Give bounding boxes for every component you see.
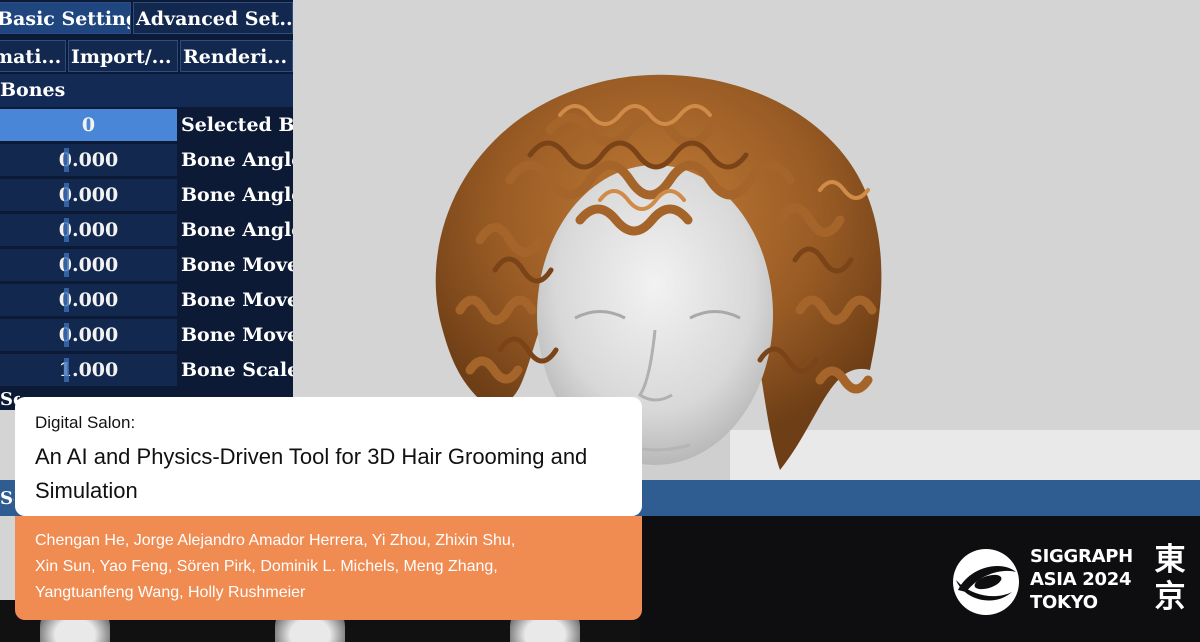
bone-move-x-slider[interactable]: 0.000 <box>0 249 177 281</box>
bone-row: 0 Selected Bo <box>0 108 293 142</box>
field-label: Bone Move <box>181 289 293 311</box>
bone-move-z-slider[interactable]: 0.000 <box>0 319 177 351</box>
author-line: Xin Sun, Yao Feng, Sören Pirk, Dominik L… <box>35 558 498 575</box>
bone-row: 0.000 Bone Angle <box>0 213 293 247</box>
settings-panel: Basic Settings Advanced Set... mati... I… <box>0 0 293 410</box>
bone-row: 0.000 Bone Move <box>0 283 293 317</box>
section-header-bones[interactable]: Bones <box>0 74 293 107</box>
field-label: Selected Bo <box>181 114 293 136</box>
tab-basic-settings[interactable]: Basic Settings <box>0 2 131 34</box>
tab-animation[interactable]: mati... <box>0 40 66 72</box>
bone-row: 0.000 Bone Angle <box>0 143 293 177</box>
field-label: Bone Angle <box>181 219 293 241</box>
tab-rendering[interactable]: Renderi... <box>180 40 293 72</box>
section-header-truncated[interactable]: Se <box>0 488 14 510</box>
title-card: Digital Salon: An AI and Physics-Driven … <box>15 397 642 516</box>
bone-row: 1.000 Bone Scale <box>0 353 293 387</box>
bone-row: 0.000 Bone Angle <box>0 178 293 212</box>
bone-move-y-slider[interactable]: 0.000 <box>0 284 177 316</box>
bone-angle-z-slider[interactable]: 0.000 <box>0 214 177 246</box>
selected-bone-field[interactable]: 0 <box>0 109 177 141</box>
slider-marker[interactable] <box>64 288 69 312</box>
field-value: 0 <box>81 114 96 136</box>
logo-kanji: 東 <box>1154 542 1186 578</box>
bone-row: 0.000 Bone Move <box>0 318 293 352</box>
logo-line: SIGGRAPH <box>1030 546 1133 567</box>
logo-line: TOKYO <box>1030 592 1098 613</box>
author-card: Chengan He, Jorge Alejandro Amador Herre… <box>15 516 642 620</box>
slider-marker[interactable] <box>64 218 69 242</box>
title-card-title: An AI and Physics-Driven Tool for 3D Hai… <box>35 444 588 503</box>
tab-import-export[interactable]: Import/... <box>68 40 178 72</box>
slider-marker[interactable] <box>64 183 69 207</box>
slider-marker[interactable] <box>64 323 69 347</box>
field-label: Bone Move <box>181 254 293 276</box>
bone-row: 0.000 Bone Move <box>0 248 293 282</box>
tab-advanced-settings[interactable]: Advanced Set... <box>133 2 293 34</box>
title-card-kicker: Digital Salon: <box>35 413 136 432</box>
author-line: Yangtuanfeng Wang, Holly Rushmeier <box>35 584 306 601</box>
field-label: Bone Scale <box>181 359 293 381</box>
siggraph-swirl-icon <box>953 549 1019 615</box>
bone-angle-x-slider[interactable]: 0.000 <box>0 144 177 176</box>
field-label: Bone Move <box>181 324 293 346</box>
slider-marker[interactable] <box>64 148 69 172</box>
author-line: Chengan He, Jorge Alejandro Amador Herre… <box>35 532 516 549</box>
slider-marker[interactable] <box>64 358 69 382</box>
logo-kanji: 京 <box>1154 579 1186 615</box>
field-label: Bone Angle <box>181 184 293 206</box>
siggraph-asia-logo: SIGGRAPH ASIA 2024 TOKYO 東 京 <box>950 542 1190 622</box>
logo-line: ASIA 2024 <box>1030 569 1132 590</box>
field-label: Bone Angle <box>181 149 293 171</box>
bone-angle-y-slider[interactable]: 0.000 <box>0 179 177 211</box>
slider-marker[interactable] <box>64 253 69 277</box>
bone-scale-slider[interactable]: 1.000 <box>0 354 177 386</box>
